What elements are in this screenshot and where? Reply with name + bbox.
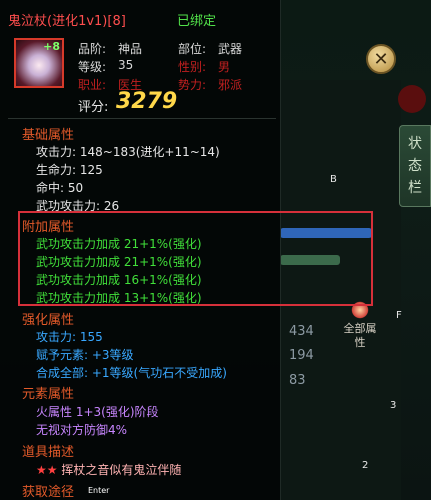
red-orb-decoration — [398, 85, 426, 113]
score-value: 3279 — [116, 89, 178, 114]
enhance-attr-title: 强化属性 — [22, 313, 75, 328]
stat-number: 434 — [289, 324, 314, 339]
score-label: 评分: — [78, 100, 109, 115]
base-hit: 命中: 50 — [36, 181, 84, 195]
level-value: 35 — [118, 58, 134, 72]
slot-label: 部位: — [178, 42, 207, 56]
all-attributes-label: 全部属性 — [343, 322, 377, 349]
tab-status-char-2: 态 — [408, 158, 422, 174]
enhance-attack: 攻击力: 155 — [36, 330, 103, 344]
enter-hint: Enter — [88, 486, 110, 495]
star-icon: ★★ — [36, 463, 58, 477]
close-icon: ✕ — [373, 48, 389, 70]
item-name: 鬼泣杖(进化1v1)[8] — [8, 14, 126, 29]
staff-icon: +8 — [14, 38, 64, 88]
base-hp: 生命力: 125 — [36, 163, 103, 177]
faction-value: 邪派 — [218, 78, 243, 92]
description-text: ★★ 挥杖之音似有鬼泣伴随 — [36, 461, 181, 478]
element-ignore-defense: 无视对方防御4% — [36, 423, 128, 437]
bg-letter-2: 2 — [362, 460, 369, 471]
level-label: 等级: — [78, 60, 107, 74]
bound-status: 已绑定 — [177, 14, 217, 29]
enhance-level-badge: +8 — [43, 40, 60, 53]
quality-label: 品阶: — [78, 42, 107, 56]
base-attack: 攻击力: 148~183(进化+11~14) — [36, 145, 220, 159]
element-fire: 火属性 1+3(强化)阶段 — [36, 405, 159, 419]
quality-value: 神品 — [118, 42, 143, 56]
stat-number: 194 — [289, 348, 314, 363]
bg-letter-f: F — [396, 310, 402, 321]
tab-status-char-1: 状 — [408, 136, 422, 152]
all-attributes-button[interactable]: 全部属性 — [343, 300, 377, 350]
divider — [8, 118, 276, 119]
enhance-element: 赋予元素: +3等级 — [36, 348, 134, 362]
job-label: 职业: — [78, 78, 107, 92]
base-attr-title: 基础属性 — [22, 128, 75, 143]
faction-label: 势力: — [178, 78, 207, 92]
bg-letter-b: B — [330, 174, 337, 185]
element-attr-title: 元素属性 — [22, 387, 75, 402]
tab-status-char-3: 栏 — [408, 180, 422, 196]
description-title: 道具描述 — [22, 445, 75, 460]
gender-label: 性别: — [178, 60, 207, 74]
description-body: 挥杖之音似有鬼泣伴随 — [61, 463, 182, 477]
bg-letter-3: 3 — [390, 400, 397, 411]
highlight-annotation-box — [18, 211, 373, 306]
stat-number: 83 — [289, 373, 306, 388]
gender-value: 男 — [218, 60, 231, 74]
enhance-synthesis: 合成全部: +1等级(气功石不受加成) — [36, 366, 227, 380]
source-title: 获取途径 — [22, 485, 75, 500]
slot-value: 武器 — [218, 42, 243, 56]
tab-status[interactable]: 状 态 栏 — [399, 125, 431, 207]
close-button[interactable]: ✕ — [366, 44, 396, 74]
